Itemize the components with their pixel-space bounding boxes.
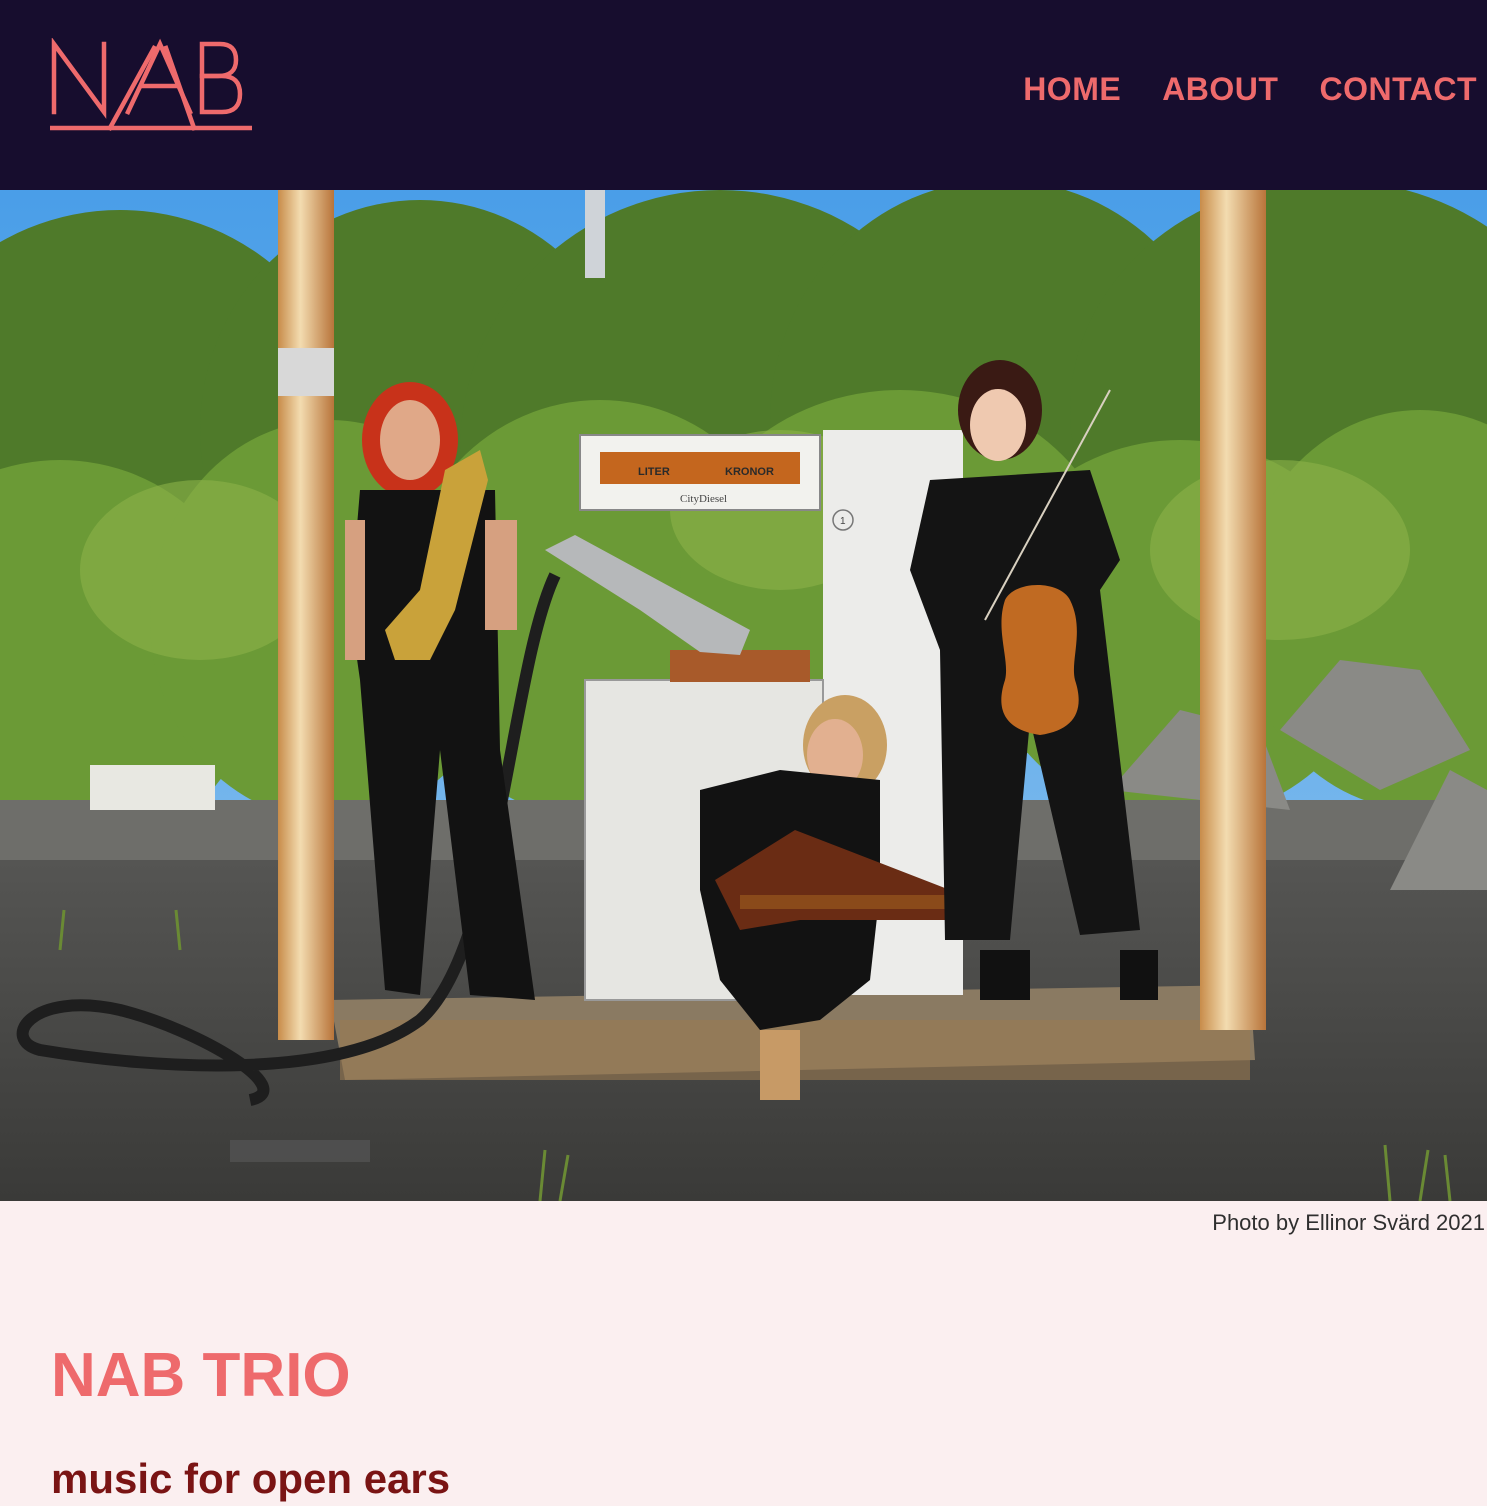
pump-brand-label: CityDiesel (680, 493, 727, 505)
page-title: NAB TRIO (51, 1341, 351, 1410)
page-subtitle: music for open ears (51, 1455, 451, 1502)
nab-logo[interactable] (50, 38, 252, 134)
nav-about-link[interactable]: ABOUT (1162, 71, 1278, 107)
main-nav: HOME ABOUT CONTACT (1023, 71, 1477, 107)
nav-home-link[interactable]: HOME (1023, 71, 1121, 107)
photo-caption: Photo by Ellinor Svärd 2021 (1212, 1210, 1485, 1235)
pump-liter-label: LITER (638, 466, 670, 478)
nav-contact-link[interactable]: CONTACT (1319, 71, 1477, 107)
band-photo-illustration: LITER KRONOR CityDiesel 1 (0, 190, 1487, 1201)
site-header: HOME ABOUT CONTACT (0, 0, 1487, 190)
pump-number-label: 1 (840, 516, 846, 527)
pump-kronor-label: KRONOR (725, 466, 774, 478)
hero-photo: LITER KRONOR CityDiesel 1 (0, 190, 1487, 1201)
